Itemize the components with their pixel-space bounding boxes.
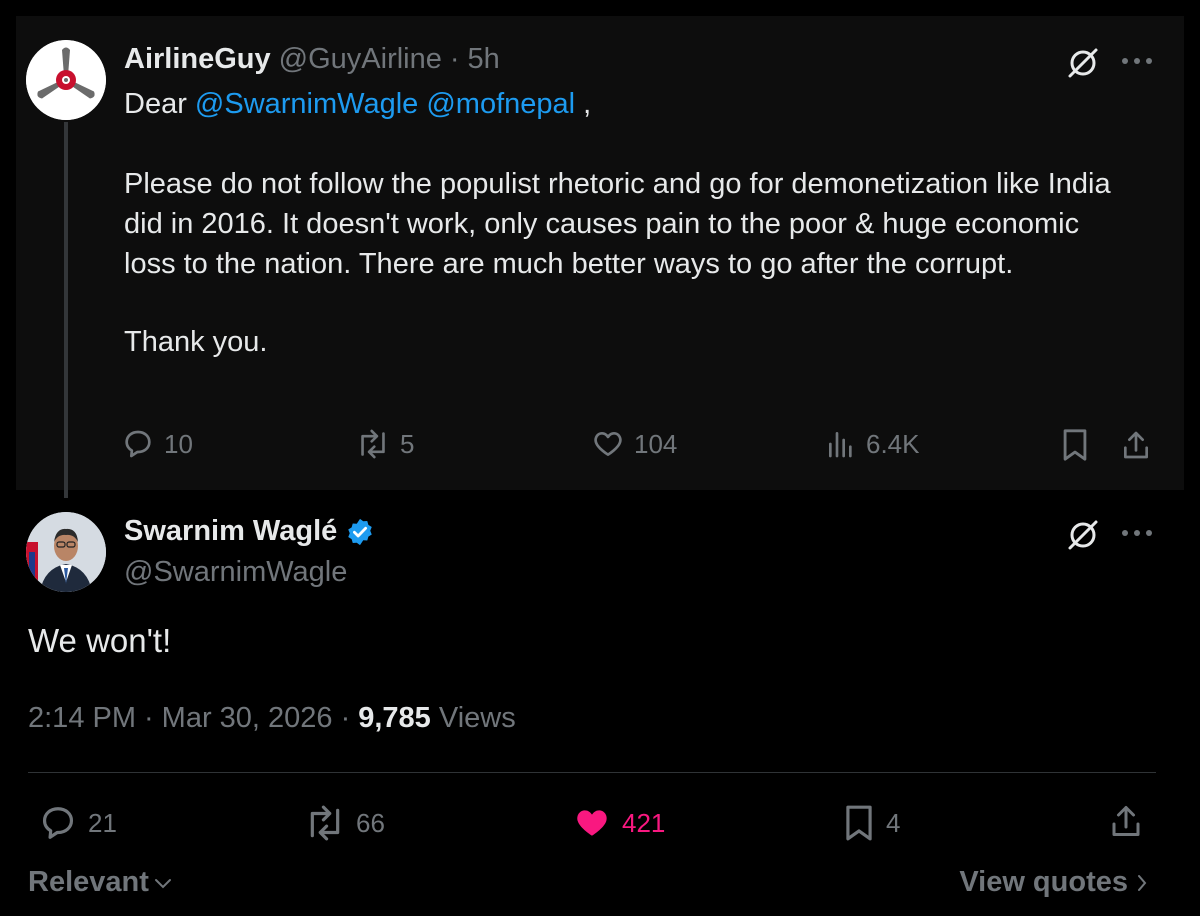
chevron-right-icon [1138, 874, 1147, 891]
reply-icon [42, 807, 74, 839]
bookmark-count: 4 [886, 807, 901, 838]
reply-icon [125, 430, 151, 458]
repost-button[interactable]: 66 [304, 804, 385, 842]
verified-badge-icon[interactable] [345, 517, 375, 547]
sort-dropdown[interactable]: Relevant [28, 866, 173, 899]
divider [28, 772, 1156, 773]
analytics-icon [829, 432, 852, 458]
views-count: 6.4K [866, 428, 920, 459]
repost-icon [361, 429, 385, 459]
repost-count: 5 [400, 428, 415, 459]
views-count: 9,785 [358, 702, 431, 734]
top-strip [0, 0, 1200, 16]
bookmark-button[interactable]: 4 [842, 804, 900, 842]
separator: · [449, 43, 460, 75]
tweet-meta: 2:14 PM · Mar 30, 2026 · 9,785 Views [28, 702, 516, 735]
share-icon[interactable] [1120, 428, 1152, 462]
share-icon[interactable] [1108, 802, 1144, 840]
repost-count: 66 [356, 807, 385, 838]
views-label: Views [438, 702, 516, 734]
like-button[interactable]: 421 [572, 804, 665, 842]
user-handle[interactable]: @GuyAirline [279, 43, 442, 76]
reply-header: Swarnim Waglé [124, 515, 375, 548]
reply-button[interactable]: 21 [38, 804, 117, 842]
view-quotes-label: View quotes [959, 866, 1128, 898]
view-quotes-link[interactable]: View quotes [959, 866, 1148, 899]
separator: · [340, 702, 351, 734]
avatar[interactable] [26, 40, 106, 120]
views-button[interactable]: 6.4K [826, 428, 920, 460]
like-button[interactable]: 104 [592, 428, 677, 460]
display-name[interactable]: AirlineGuy [124, 43, 271, 76]
heart-icon [594, 432, 622, 456]
tweet-time[interactable]: 2:14 PM [28, 702, 136, 735]
timestamp[interactable]: 5h [468, 43, 500, 76]
repost-button[interactable]: 5 [356, 428, 414, 460]
text-after-mentions: , [575, 88, 592, 120]
display-name[interactable]: Swarnim Waglé [124, 515, 337, 548]
tweet-paragraph: Thank you. [124, 326, 268, 358]
tweet-paragraph: Please do not follow the populist rhetor… [124, 168, 1119, 280]
mention-link[interactable]: @mofnepal [426, 88, 575, 120]
tweet-text: We won't! [28, 622, 172, 659]
reply-button[interactable]: 10 [122, 428, 193, 460]
grok-icon[interactable] [1066, 46, 1100, 80]
sort-label: Relevant [28, 866, 149, 898]
tweet-text: Dear @SwarnimWagle @mofnepal , Please do… [124, 84, 1124, 362]
like-count: 421 [622, 807, 666, 838]
views-meta: 9,785 Views [358, 702, 515, 735]
mention-link[interactable]: @SwarnimWagle [195, 88, 418, 120]
reply-count: 21 [88, 807, 117, 838]
propeller-logo-icon [26, 40, 106, 120]
more-icon[interactable] [1120, 56, 1154, 66]
tweet-date[interactable]: Mar 30, 2026 [162, 702, 333, 735]
text-prefix: Dear [124, 88, 195, 120]
bookmark-icon [846, 805, 872, 841]
footer-row: Relevant View quotes [0, 866, 1200, 906]
grok-icon[interactable] [1066, 518, 1100, 552]
chevron-down-icon [154, 878, 171, 888]
repost-icon [310, 805, 340, 841]
avatar[interactable] [26, 512, 106, 592]
user-handle[interactable]: @SwarnimWagle [124, 556, 347, 589]
reply-count: 10 [164, 428, 193, 459]
parent-header: AirlineGuy @GuyAirline · 5h [124, 43, 500, 76]
heart-filled-icon [577, 810, 607, 836]
thread-line [64, 122, 68, 498]
bookmark-icon[interactable] [1060, 428, 1090, 462]
more-icon[interactable] [1120, 528, 1154, 538]
like-count: 104 [634, 428, 678, 459]
separator: · [144, 702, 154, 734]
avatar-photo [26, 512, 106, 592]
